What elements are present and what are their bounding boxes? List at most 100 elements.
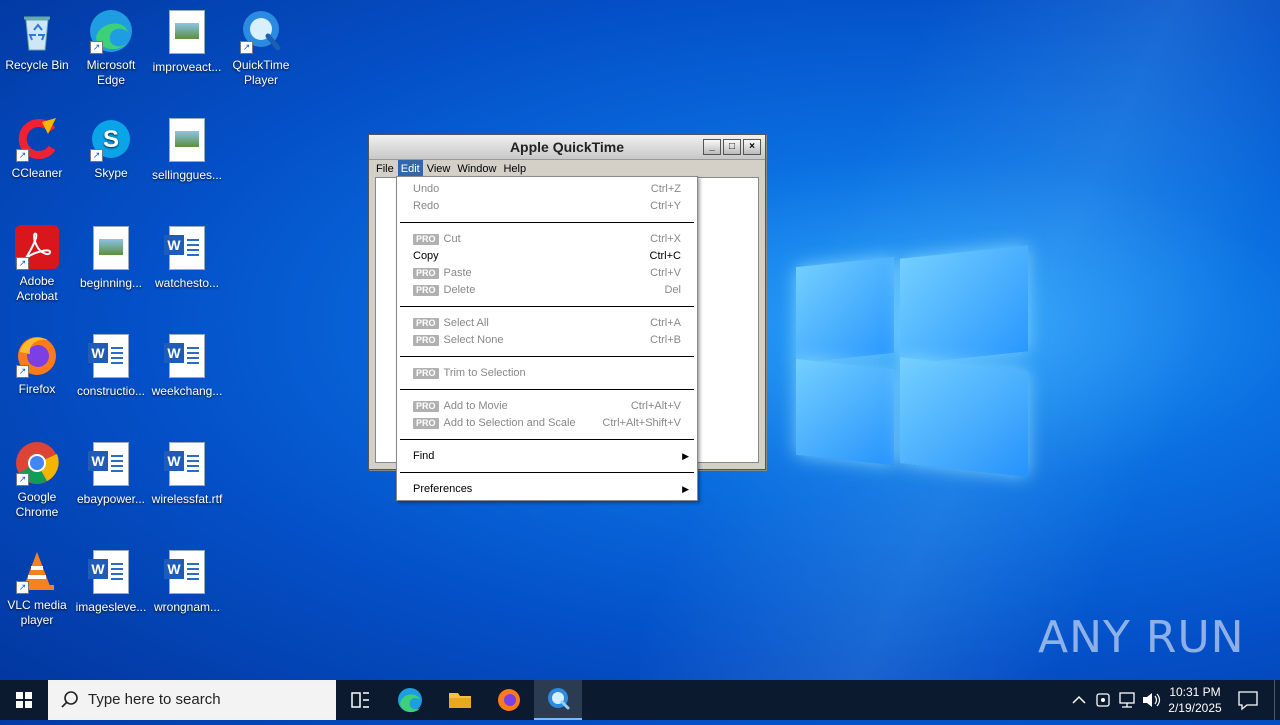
taskbar-file-explorer-button[interactable] [436,680,484,720]
pro-badge: PRO [413,418,439,429]
pro-badge: PRO [413,268,439,279]
menu-item-label: Select All [443,317,489,329]
image-file-icon [164,10,210,56]
file-ebaypower[interactable]: W ebaypower... [74,440,148,507]
shortcut-arrow-icon: ↗ [90,41,103,54]
menu-separator [400,306,694,307]
icon-label: CCleaner [11,166,63,180]
file-watchesto[interactable]: W watchesto... [150,224,224,291]
folder-icon [449,693,471,708]
firefox-shortcut[interactable]: ↗ Firefox [0,332,74,397]
google-chrome-shortcut[interactable]: ↗ Google Chrome [0,440,74,520]
tray-app-button[interactable] [1092,680,1114,720]
menu-item-paste[interactable]: PRO Paste Ctrl+V [397,265,697,282]
icon-label: constructio... [76,384,146,398]
window-title-bar[interactable]: Apple QuickTime _ □ × [369,135,765,160]
edge-icon [398,688,422,713]
quicktime-icon [548,688,570,710]
task-view-button[interactable] [336,680,384,720]
file-weekchang[interactable]: W weekchang... [150,332,224,399]
menu-item-cut[interactable]: PRO Cut Ctrl+X [397,231,697,248]
pro-badge: PRO [413,368,439,379]
edit-menu-dropdown: Undo Ctrl+Z Redo Ctrl+Y PRO Cut Ctrl+X Co… [396,176,698,501]
file-imagesleve[interactable]: W imagesleve... [74,548,148,615]
menu-item-label: Select None [443,334,504,346]
maximize-button[interactable]: □ [723,139,741,155]
icon-label: QuickTime Player [232,58,290,87]
svg-text:S: S [103,126,119,153]
menu-item-label: Undo [413,183,440,195]
start-button[interactable] [0,680,48,720]
icon-label: Skype [94,166,128,180]
chevron-up-icon [1072,695,1086,704]
menu-item-shortcut: Ctrl+C [649,250,681,262]
icon-label: Microsoft Edge [86,58,136,87]
menu-file[interactable]: File [373,160,397,178]
menu-separator [400,389,694,390]
file-beginning[interactable]: beginning... [74,224,148,291]
menu-item-select-none[interactable]: PRO Select None Ctrl+B [397,332,697,349]
vlc-shortcut[interactable]: ↗ VLC media player [0,548,74,628]
skype-shortcut[interactable]: S ↗ Skype [74,116,148,181]
word-document-icon: W [88,442,134,488]
windows-logo-wallpaper [796,242,1028,478]
menu-item-shortcut: Ctrl+A [650,317,681,329]
menu-separator [400,439,694,440]
shortcut-arrow-icon: ↗ [16,365,29,378]
recycle-bin-icon [14,8,60,54]
taskbar-quicktime-button[interactable] [534,680,582,720]
menu-item-find[interactable]: Find ▶ [397,448,697,465]
menu-item-delete[interactable]: PRO Delete Del [397,282,697,299]
menu-item-add-scale[interactable]: PRO Add to Selection and Scale Ctrl+Alt+S… [397,415,697,432]
pro-badge: PRO [413,318,439,329]
menu-item-select-all[interactable]: PRO Select All Ctrl+A [397,315,697,332]
file-improveact[interactable]: improveact... [150,8,224,75]
microsoft-edge-shortcut[interactable]: ↗ Microsoft Edge [74,8,148,88]
close-button[interactable]: × [743,139,761,155]
taskbar-search-box[interactable]: Type here to search [48,680,336,720]
file-wirelessfat[interactable]: W wirelessfat.rtf [150,440,224,507]
quicktime-player-shortcut[interactable]: ↗ QuickTime Player [224,8,298,88]
word-document-icon: W [164,442,210,488]
network-button[interactable] [1116,680,1138,720]
pro-badge: PRO [413,234,439,245]
shortcut-arrow-icon: ↗ [240,41,253,54]
show-hidden-icons-button[interactable] [1068,680,1090,720]
recycle-bin-shortcut[interactable]: Recycle Bin [0,8,74,73]
menu-item-trim[interactable]: PRO Trim to Selection [397,365,697,382]
shortcut-arrow-icon: ↗ [16,257,29,270]
menu-item-add-to-movie[interactable]: PRO Add to Movie Ctrl+Alt+V [397,398,697,415]
firefox-icon [498,689,520,711]
image-file-icon [88,226,134,272]
menu-item-label: Delete [443,284,476,296]
taskbar-edge-button[interactable] [386,680,434,720]
menu-item-undo[interactable]: Undo Ctrl+Z [397,181,697,198]
icon-label: sellinggues... [151,168,223,182]
menu-item-copy[interactable]: Copy Ctrl+C [397,248,697,265]
menu-item-redo[interactable]: Redo Ctrl+Y [397,198,697,215]
icon-label: wirelessfat.rtf [151,492,223,506]
icon-label: Google Chrome [15,490,59,519]
adobe-acrobat-shortcut[interactable]: ↗ Adobe Acrobat [0,224,74,304]
taskbar-firefox-button[interactable] [485,680,533,720]
menu-item-label: Trim to Selection [443,367,526,379]
word-document-icon: W [164,226,210,272]
show-desktop-button[interactable] [1274,680,1280,720]
menu-item-label: Paste [443,267,472,279]
submenu-arrow-icon: ▶ [682,451,689,461]
icon-label: Firefox [18,382,56,396]
search-placeholder: Type here to search [88,691,221,708]
file-constructio[interactable]: W constructio... [74,332,148,399]
network-icon [1119,692,1135,708]
icon-label: Adobe Acrobat [16,274,58,303]
file-wrongnam[interactable]: W wrongnam... [150,548,224,615]
file-sellinggues[interactable]: sellinggues... [150,116,224,183]
menu-item-shortcut: Ctrl+Y [650,200,681,212]
taskbar-clock[interactable]: 10:31 PM 2/19/2025 [1158,684,1232,716]
minimize-button[interactable]: _ [703,139,721,155]
menu-item-preferences[interactable]: Preferences ▶ [397,481,697,498]
menu-item-shortcut: Ctrl+Z [650,183,681,195]
ccleaner-shortcut[interactable]: ↗ CCleaner [0,116,74,181]
action-center-button[interactable] [1232,680,1264,720]
firefox-icon: ↗ [14,332,60,378]
